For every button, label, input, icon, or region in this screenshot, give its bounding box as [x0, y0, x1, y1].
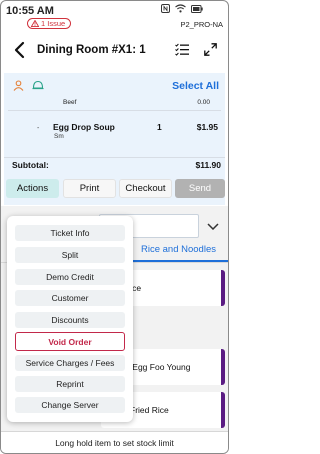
- actions-button[interactable]: Actions: [6, 179, 59, 198]
- divider: [8, 110, 221, 111]
- modifier-name: Beef: [63, 99, 77, 106]
- status-bar: 10:55 AM 1 Issue P2_PRO-NA: [1, 1, 228, 29]
- subtotal-label: Subtotal:: [12, 160, 49, 170]
- menu-split[interactable]: Split: [15, 247, 125, 263]
- chevron-down-icon: [207, 222, 219, 230]
- list-check-icon[interactable]: [175, 43, 189, 56]
- select-all-button[interactable]: Select All: [172, 80, 219, 92]
- menu-demo-credit[interactable]: Demo Credit: [15, 269, 125, 285]
- warning-icon: [31, 20, 39, 27]
- print-button[interactable]: Print: [63, 179, 116, 198]
- checkout-button[interactable]: Checkout: [119, 179, 172, 198]
- menu-customer[interactable]: Customer: [15, 290, 125, 306]
- item-price: $1.95: [196, 122, 218, 132]
- device-name: P2_PRO-NA: [180, 20, 223, 29]
- subtotal-value: $11.90: [195, 160, 221, 170]
- menu-void-order[interactable]: Void Order: [15, 332, 125, 351]
- category-color-bar: [221, 270, 225, 306]
- issue-badge[interactable]: 1 Issue: [27, 18, 72, 29]
- category-color-bar: [221, 349, 225, 385]
- tab-rice-and-noodles[interactable]: Rice and Noodles: [141, 244, 216, 255]
- menu-item-label: Fried Rice: [130, 405, 169, 415]
- person-icon[interactable]: [13, 80, 24, 91]
- modifier-price: 0.00: [197, 99, 210, 106]
- category-dropdown[interactable]: [201, 214, 225, 238]
- item-quantity: 1: [157, 122, 162, 132]
- category-color-bar: [221, 392, 225, 428]
- battery-icon: [191, 4, 203, 13]
- wifi-icon: [175, 4, 186, 13]
- page-header: Dining Room #X1: 1: [1, 33, 228, 69]
- send-button[interactable]: Send: [175, 179, 225, 198]
- issue-badge-label: 1 Issue: [41, 19, 66, 28]
- bell-icon[interactable]: [32, 80, 44, 90]
- item-size: Sm: [54, 133, 64, 140]
- back-arrow-icon[interactable]: [12, 41, 28, 59]
- menu-reprint[interactable]: Reprint: [15, 376, 125, 392]
- system-icons: [161, 4, 203, 13]
- page-title: Dining Room #X1: 1: [37, 44, 146, 56]
- actions-popup-menu: Ticket Info Split Demo Credit Customer D…: [7, 216, 133, 422]
- subtotal-row: Subtotal: $11.90: [4, 157, 225, 171]
- action-bar: Actions Print Checkout Send: [4, 179, 225, 199]
- menu-change-server[interactable]: Change Server: [15, 397, 125, 413]
- item-name: Egg Drop Soup: [53, 122, 115, 132]
- menu-ticket-info[interactable]: Ticket Info: [15, 225, 125, 241]
- footer-hint: Long hold item to set stock limit: [1, 431, 228, 453]
- clock: 10:55 AM: [6, 5, 54, 17]
- menu-discounts[interactable]: Discounts: [15, 312, 125, 328]
- menu-service-charges[interactable]: Service Charges / Fees: [15, 355, 125, 371]
- nfc-icon: [161, 4, 170, 13]
- app-frame: 10:55 AM 1 Issue P2_PRO-NA Dining Room #…: [0, 0, 229, 454]
- expand-icon[interactable]: [204, 43, 217, 56]
- item-marker: -: [37, 125, 40, 132]
